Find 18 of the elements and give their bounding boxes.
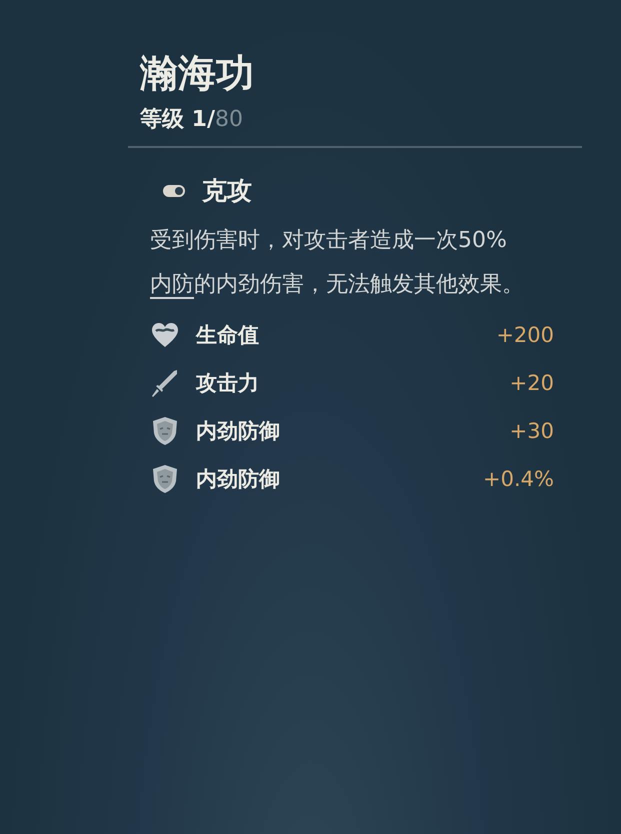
shield-icon bbox=[152, 464, 178, 494]
stat-value: +20 bbox=[510, 371, 554, 395]
stat-label: 生命值 bbox=[196, 322, 259, 349]
stat-value: +0.4% bbox=[483, 467, 554, 491]
sword-icon bbox=[150, 368, 180, 398]
toggle-icon bbox=[162, 184, 186, 198]
skill-title: 瀚海功 bbox=[140, 49, 254, 97]
stat-value: +200 bbox=[496, 323, 554, 347]
stat-label: 攻击力 bbox=[196, 370, 259, 397]
stat-label: 内劲防御 bbox=[196, 418, 280, 445]
stat-value: +30 bbox=[510, 419, 554, 443]
term-link[interactable]: 内防 bbox=[150, 272, 194, 297]
effect-description: 受到伤害时，对攻击者造成一次50% 内防的内劲伤害，无法触发其他效果。 bbox=[150, 227, 525, 299]
stat-label: 内劲防御 bbox=[196, 466, 280, 493]
heart-icon bbox=[151, 322, 179, 348]
shield-icon bbox=[152, 416, 178, 446]
level-text: 等级 1/80 bbox=[140, 106, 244, 134]
effect-name: 克攻 bbox=[202, 175, 252, 207]
